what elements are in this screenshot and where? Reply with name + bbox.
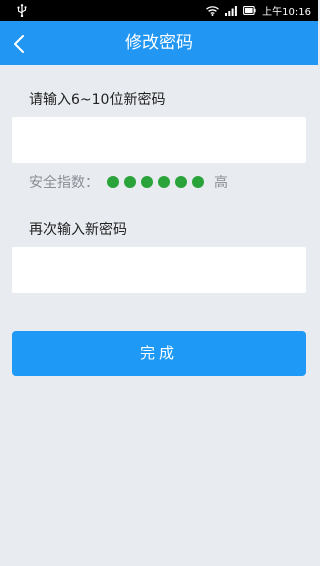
page-title: 修改密码 xyxy=(125,33,193,53)
done-button[interactable]: 完成 xyxy=(12,331,306,376)
wifi-icon xyxy=(206,5,220,16)
strength-dots xyxy=(107,176,204,188)
strength-label: 安全指数： xyxy=(29,175,99,191)
strength-dot xyxy=(175,176,187,188)
confirm-password-input[interactable] xyxy=(12,247,306,293)
status-time: 上午10:16 xyxy=(262,7,311,18)
signal-icon xyxy=(225,5,238,16)
battery-icon xyxy=(243,6,256,15)
password-strength-indicator: 安全指数： 高 xyxy=(29,172,228,192)
strength-dot xyxy=(107,176,119,188)
strength-dot xyxy=(124,176,136,188)
usb-icon xyxy=(17,4,27,17)
app-header: 修改密码 xyxy=(0,21,318,65)
new-password-input[interactable] xyxy=(12,117,306,163)
strength-dot xyxy=(158,176,170,188)
confirm-password-label: 再次输入新密码 xyxy=(29,222,127,238)
new-password-label: 请输入6~10位新密码 xyxy=(29,92,166,108)
strength-dot xyxy=(192,176,204,188)
strength-dot xyxy=(141,176,153,188)
strength-level: 高 xyxy=(214,175,228,191)
status-bar: 上午10:16 xyxy=(0,0,318,21)
